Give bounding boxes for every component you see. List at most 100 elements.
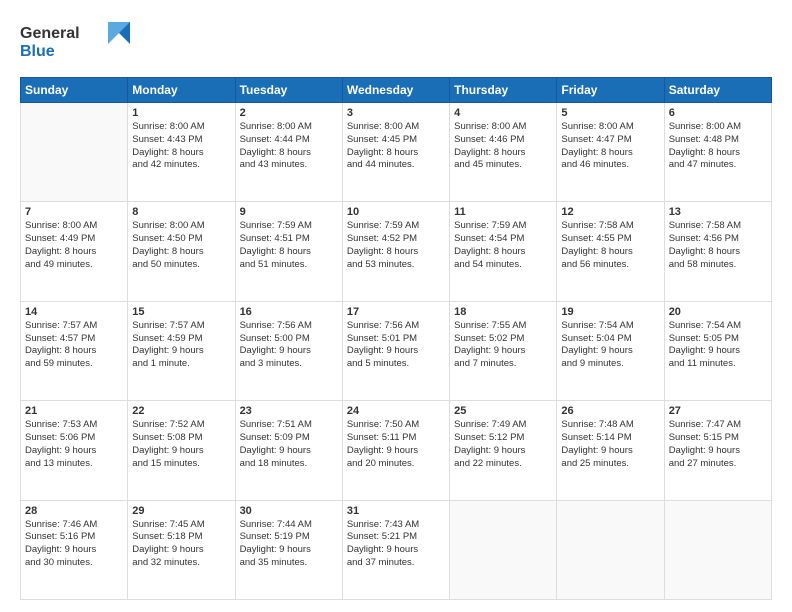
day-number: 14: [25, 306, 123, 318]
day-info: Sunrise: 8:00 AMSunset: 4:44 PMDaylight:…: [240, 121, 338, 172]
calendar-cell: 11 Sunrise: 7:59 AMSunset: 4:54 PMDayligh…: [450, 202, 557, 301]
day-info: Sunrise: 8:00 AMSunset: 4:47 PMDaylight:…: [561, 121, 659, 172]
week-row-1: 7 Sunrise: 8:00 AMSunset: 4:49 PMDaylight…: [21, 202, 772, 301]
calendar-cell: [557, 500, 664, 599]
day-number: 28: [25, 505, 123, 517]
weekday-header-tuesday: Tuesday: [235, 78, 342, 103]
calendar-cell: 13 Sunrise: 7:58 AMSunset: 4:56 PMDayligh…: [664, 202, 771, 301]
day-number: 13: [669, 206, 767, 218]
day-info: Sunrise: 7:44 AMSunset: 5:19 PMDaylight:…: [240, 519, 338, 570]
day-info: Sunrise: 7:43 AMSunset: 5:21 PMDaylight:…: [347, 519, 445, 570]
day-number: 30: [240, 505, 338, 517]
calendar-cell: 5 Sunrise: 8:00 AMSunset: 4:47 PMDaylight…: [557, 103, 664, 202]
day-info: Sunrise: 8:00 AMSunset: 4:46 PMDaylight:…: [454, 121, 552, 172]
calendar-cell: 18 Sunrise: 7:55 AMSunset: 5:02 PMDayligh…: [450, 301, 557, 400]
day-info: Sunrise: 7:51 AMSunset: 5:09 PMDaylight:…: [240, 419, 338, 470]
day-info: Sunrise: 7:57 AMSunset: 4:59 PMDaylight:…: [132, 320, 230, 371]
day-number: 4: [454, 107, 552, 119]
day-number: 11: [454, 206, 552, 218]
day-number: 6: [669, 107, 767, 119]
day-info: Sunrise: 7:55 AMSunset: 5:02 PMDaylight:…: [454, 320, 552, 371]
calendar-cell: 21 Sunrise: 7:53 AMSunset: 5:06 PMDayligh…: [21, 401, 128, 500]
day-info: Sunrise: 7:54 AMSunset: 5:04 PMDaylight:…: [561, 320, 659, 371]
calendar-cell: 10 Sunrise: 7:59 AMSunset: 4:52 PMDayligh…: [342, 202, 449, 301]
day-info: Sunrise: 7:48 AMSunset: 5:14 PMDaylight:…: [561, 419, 659, 470]
day-info: Sunrise: 7:45 AMSunset: 5:18 PMDaylight:…: [132, 519, 230, 570]
day-number: 3: [347, 107, 445, 119]
day-number: 21: [25, 405, 123, 417]
calendar-table: SundayMondayTuesdayWednesdayThursdayFrid…: [20, 77, 772, 600]
day-number: 22: [132, 405, 230, 417]
day-info: Sunrise: 7:47 AMSunset: 5:15 PMDaylight:…: [669, 419, 767, 470]
day-number: 5: [561, 107, 659, 119]
week-row-3: 21 Sunrise: 7:53 AMSunset: 5:06 PMDayligh…: [21, 401, 772, 500]
calendar-cell: 24 Sunrise: 7:50 AMSunset: 5:11 PMDayligh…: [342, 401, 449, 500]
calendar-cell: 28Sunrise: 7:46 AMSunset: 5:16 PMDayligh…: [21, 500, 128, 599]
calendar-cell: 14 Sunrise: 7:57 AMSunset: 4:57 PMDayligh…: [21, 301, 128, 400]
day-info: Sunrise: 7:59 AMSunset: 4:54 PMDaylight:…: [454, 220, 552, 271]
calendar-cell: [21, 103, 128, 202]
logo: General Blue: [20, 18, 130, 67]
calendar-cell: 16Sunrise: 7:56 AMSunset: 5:00 PMDayligh…: [235, 301, 342, 400]
day-info: Sunrise: 8:00 AMSunset: 4:49 PMDaylight:…: [25, 220, 123, 271]
weekday-header-thursday: Thursday: [450, 78, 557, 103]
weekday-header-monday: Monday: [128, 78, 235, 103]
day-number: 12: [561, 206, 659, 218]
calendar-cell: 31 Sunrise: 7:43 AMSunset: 5:21 PMDayligh…: [342, 500, 449, 599]
day-number: 15: [132, 306, 230, 318]
day-number: 19: [561, 306, 659, 318]
day-info: Sunrise: 7:59 AMSunset: 4:52 PMDaylight:…: [347, 220, 445, 271]
day-info: Sunrise: 8:00 AMSunset: 4:50 PMDaylight:…: [132, 220, 230, 271]
day-number: 25: [454, 405, 552, 417]
day-number: 31: [347, 505, 445, 517]
day-info: Sunrise: 8:00 AMSunset: 4:43 PMDaylight:…: [132, 121, 230, 172]
calendar-cell: [450, 500, 557, 599]
day-number: 18: [454, 306, 552, 318]
header: General Blue: [20, 18, 772, 67]
week-row-0: 1Sunrise: 8:00 AMSunset: 4:43 PMDaylight…: [21, 103, 772, 202]
day-info: Sunrise: 7:52 AMSunset: 5:08 PMDaylight:…: [132, 419, 230, 470]
calendar-cell: 30 Sunrise: 7:44 AMSunset: 5:19 PMDayligh…: [235, 500, 342, 599]
weekday-header-saturday: Saturday: [664, 78, 771, 103]
day-info: Sunrise: 7:56 AMSunset: 5:01 PMDaylight:…: [347, 320, 445, 371]
weekday-header-row: SundayMondayTuesdayWednesdayThursdayFrid…: [21, 78, 772, 103]
day-info: Sunrise: 7:56 AMSunset: 5:00 PMDaylight:…: [240, 320, 338, 371]
day-number: 10: [347, 206, 445, 218]
day-info: Sunrise: 8:00 AMSunset: 4:48 PMDaylight:…: [669, 121, 767, 172]
day-number: 8: [132, 206, 230, 218]
day-number: 2: [240, 107, 338, 119]
day-number: 26: [561, 405, 659, 417]
day-info: Sunrise: 7:58 AMSunset: 4:56 PMDaylight:…: [669, 220, 767, 271]
calendar-cell: 1Sunrise: 8:00 AMSunset: 4:43 PMDaylight…: [128, 103, 235, 202]
calendar-cell: 8 Sunrise: 8:00 AMSunset: 4:50 PMDaylight…: [128, 202, 235, 301]
day-number: 7: [25, 206, 123, 218]
calendar-cell: 2 Sunrise: 8:00 AMSunset: 4:44 PMDaylight…: [235, 103, 342, 202]
calendar-cell: 26 Sunrise: 7:48 AMSunset: 5:14 PMDayligh…: [557, 401, 664, 500]
day-info: Sunrise: 7:53 AMSunset: 5:06 PMDaylight:…: [25, 419, 123, 470]
calendar-cell: 29 Sunrise: 7:45 AMSunset: 5:18 PMDayligh…: [128, 500, 235, 599]
weekday-header-friday: Friday: [557, 78, 664, 103]
day-info: Sunrise: 7:54 AMSunset: 5:05 PMDaylight:…: [669, 320, 767, 371]
calendar-cell: 12 Sunrise: 7:58 AMSunset: 4:55 PMDayligh…: [557, 202, 664, 301]
calendar-cell: 19 Sunrise: 7:54 AMSunset: 5:04 PMDayligh…: [557, 301, 664, 400]
day-info: Sunrise: 7:58 AMSunset: 4:55 PMDaylight:…: [561, 220, 659, 271]
calendar-cell: [664, 500, 771, 599]
calendar-cell: 4 Sunrise: 8:00 AMSunset: 4:46 PMDaylight…: [450, 103, 557, 202]
day-info: Sunrise: 7:50 AMSunset: 5:11 PMDaylight:…: [347, 419, 445, 470]
day-number: 24: [347, 405, 445, 417]
page: General Blue SundayMondayTuesdayWednesda…: [0, 0, 792, 612]
calendar-cell: 17Sunrise: 7:56 AMSunset: 5:01 PMDayligh…: [342, 301, 449, 400]
calendar-cell: 15 Sunrise: 7:57 AMSunset: 4:59 PMDayligh…: [128, 301, 235, 400]
calendar-cell: 23Sunrise: 7:51 AMSunset: 5:09 PMDayligh…: [235, 401, 342, 500]
calendar-cell: 3Sunrise: 8:00 AMSunset: 4:45 PMDaylight…: [342, 103, 449, 202]
weekday-header-wednesday: Wednesday: [342, 78, 449, 103]
day-number: 29: [132, 505, 230, 517]
logo-svg: General Blue: [20, 18, 130, 62]
day-info: Sunrise: 7:59 AMSunset: 4:51 PMDaylight:…: [240, 220, 338, 271]
calendar-cell: 20Sunrise: 7:54 AMSunset: 5:05 PMDayligh…: [664, 301, 771, 400]
day-info: Sunrise: 7:49 AMSunset: 5:12 PMDaylight:…: [454, 419, 552, 470]
calendar-cell: 25 Sunrise: 7:49 AMSunset: 5:12 PMDayligh…: [450, 401, 557, 500]
day-info: Sunrise: 7:57 AMSunset: 4:57 PMDaylight:…: [25, 320, 123, 371]
calendar-cell: 27Sunrise: 7:47 AMSunset: 5:15 PMDayligh…: [664, 401, 771, 500]
day-number: 9: [240, 206, 338, 218]
